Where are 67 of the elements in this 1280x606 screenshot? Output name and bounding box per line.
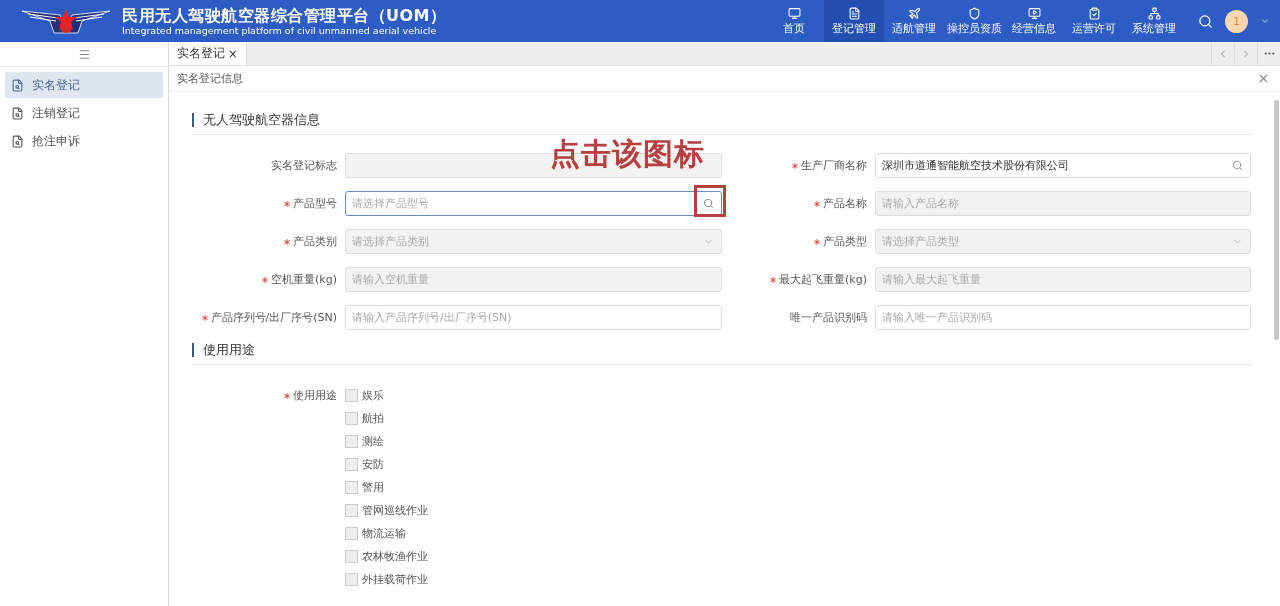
search-icon[interactable] [1232, 160, 1243, 171]
nav-item[interactable]: 经营信息 [1004, 0, 1064, 42]
page-title: 实名登记信息 [177, 71, 243, 86]
option-label: 外挂载荷作业 [362, 572, 428, 587]
sidebar-item[interactable]: 实名登记 [5, 72, 163, 98]
field-label: 唯一产品识别码 [790, 311, 867, 324]
checkbox[interactable] [345, 550, 358, 563]
field-label: 产品名称 [823, 197, 867, 210]
field-label: 生产厂商名称 [801, 159, 867, 172]
section-title: 无人驾驶航空器信息 [192, 113, 320, 127]
option-label: 农林牧渔作业 [362, 549, 428, 564]
nav-item[interactable]: 运营许可 [1064, 0, 1124, 42]
field-label: 实名登记标志 [271, 159, 337, 172]
network-icon [1147, 6, 1161, 20]
document-search-icon [11, 134, 24, 148]
field-label: 空机重量(kg) [271, 273, 337, 286]
clipboard-icon [1087, 6, 1101, 20]
option-label: 航拍 [362, 411, 384, 426]
option-label: 管网巡线作业 [362, 503, 428, 518]
document-search-icon [11, 78, 24, 92]
checkbox[interactable] [345, 527, 358, 540]
checkbox[interactable] [345, 435, 358, 448]
app-subtitle: Integrated management platform of civil unmanned aerial vehicle [122, 25, 438, 36]
nav-item[interactable]: 适航管理 [884, 0, 944, 42]
nav-item[interactable]: 登记管理 [824, 0, 884, 42]
nav-item[interactable]: 首页 [764, 0, 824, 42]
checkbox[interactable] [345, 481, 358, 494]
nav-item[interactable]: 操控员资质 [944, 0, 1004, 42]
screen-icon [1027, 6, 1041, 20]
shield-icon [967, 6, 981, 20]
sidebar-item[interactable]: 抢注申诉 [5, 128, 163, 154]
field-label: 产品类别 [293, 235, 337, 248]
search-icon[interactable] [1198, 13, 1213, 29]
app-title: 民用无人驾驶航空器综合管理平台（UOM） [122, 6, 447, 25]
nav-item[interactable]: 系统管理 [1124, 0, 1184, 42]
checkbox[interactable] [345, 458, 358, 471]
tab[interactable]: 实名登记 × [169, 42, 247, 65]
input-field[interactable]: 深圳市道通智能航空技术股份有限公司 [875, 153, 1251, 178]
checkbox[interactable] [345, 412, 358, 425]
checkbox[interactable] [345, 573, 358, 586]
close-icon[interactable]: × [228, 46, 238, 61]
annotation-text: 点击该图标 [550, 137, 705, 171]
highlight-frame [694, 185, 726, 217]
option-label: 警用 [362, 480, 384, 495]
option-label: 娱乐 [362, 388, 384, 403]
scrollbar[interactable] [1274, 100, 1279, 340]
plane-icon [907, 6, 921, 20]
document-search-icon [11, 106, 24, 120]
chevron-down-icon[interactable] [1260, 16, 1270, 26]
close-icon[interactable] [1257, 72, 1270, 85]
input-field[interactable]: 请选择产品型号 [345, 191, 722, 216]
field-label: 产品类型 [823, 235, 867, 248]
checkbox[interactable] [345, 504, 358, 517]
field-label: 产品序列号/出厂序号(SN) [210, 311, 337, 324]
document-icon [847, 6, 861, 20]
monitor-icon [787, 6, 801, 20]
field-label: 最大起飞重量(kg) [779, 273, 867, 286]
option-label: 安防 [362, 457, 384, 472]
menu-icon[interactable] [77, 47, 91, 61]
checkbox[interactable] [345, 389, 358, 402]
option-label: 测绘 [362, 434, 384, 449]
option-label: 物流运输 [362, 526, 406, 541]
section-title: 使用用途 [192, 343, 255, 357]
sidebar-item[interactable]: 注销登记 [5, 100, 163, 126]
field-label: 使用用途 [293, 389, 337, 402]
field-label: 产品型号 [293, 197, 337, 210]
search-icon[interactable] [703, 198, 714, 209]
